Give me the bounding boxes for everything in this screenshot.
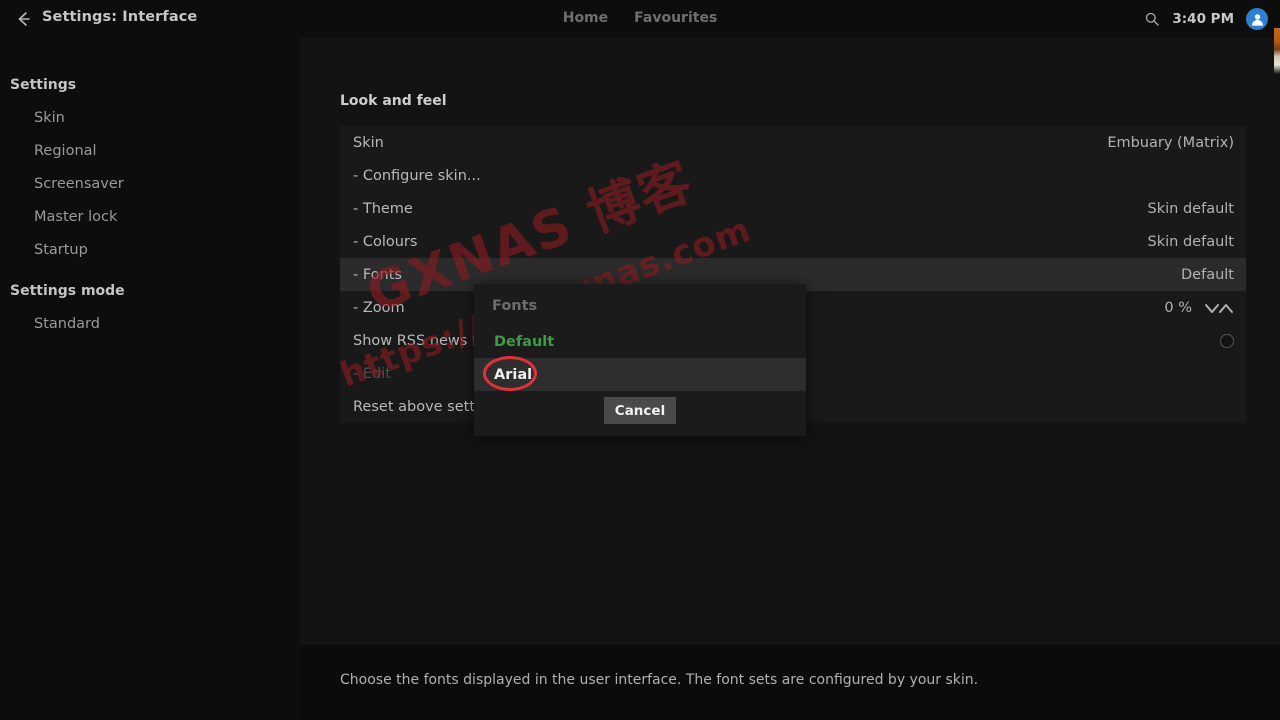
sidebar-item-label: Master lock bbox=[34, 208, 118, 225]
sidebar-item-label: Regional bbox=[34, 142, 97, 159]
sidebar: Settings Skin Regional Screensaver Maste… bbox=[0, 38, 300, 720]
section-title: Look and feel bbox=[340, 93, 447, 109]
sidebar-item-skin[interactable]: Skin bbox=[0, 101, 300, 134]
setting-value-group bbox=[1220, 333, 1234, 348]
setting-value: Skin default bbox=[1147, 200, 1234, 217]
dialog-option-arial[interactable]: Arial bbox=[474, 358, 806, 391]
zoom-stepper[interactable] bbox=[1204, 301, 1234, 315]
sidebar-item-label: Skin bbox=[34, 109, 65, 126]
sidebar-heading-label: Settings bbox=[10, 76, 77, 93]
dialog-option-list: Default Arial bbox=[474, 325, 806, 391]
sidebar-heading-settings-mode: Settings mode bbox=[0, 274, 300, 307]
fonts-dialog: Fonts Default Arial Cancel bbox=[474, 284, 806, 436]
user-avatar-icon[interactable] bbox=[1246, 8, 1268, 30]
setting-label: - Configure skin... bbox=[353, 167, 481, 184]
sidebar-item-screensaver[interactable]: Screensaver bbox=[0, 167, 300, 200]
sidebar-heading-label: Settings mode bbox=[10, 282, 125, 299]
search-icon[interactable] bbox=[1144, 11, 1160, 27]
topnav-item-favourites[interactable]: Favourites bbox=[634, 10, 717, 26]
sidebar-heading-settings: Settings bbox=[0, 68, 300, 101]
dialog-title: Fonts bbox=[492, 298, 538, 314]
sidebar-item-startup[interactable]: Startup bbox=[0, 233, 300, 266]
setting-row-theme[interactable]: - Theme Skin default bbox=[340, 192, 1246, 225]
setting-label: - Zoom bbox=[353, 299, 405, 316]
sidebar-item-label: Startup bbox=[34, 241, 88, 258]
setting-label: - Edit bbox=[353, 365, 391, 382]
kodi-settings-screen: Settings: Interface Home Favourites 3:40… bbox=[0, 0, 1280, 720]
top-bar: Settings: Interface Home Favourites 3:40… bbox=[0, 0, 1280, 38]
sidebar-item-regional[interactable]: Regional bbox=[0, 134, 300, 167]
setting-value-group: 0 % bbox=[1164, 300, 1234, 316]
topnav-item-home[interactable]: Home bbox=[563, 10, 608, 26]
dialog-option-default[interactable]: Default bbox=[474, 325, 806, 358]
sidebar-item-label: Standard bbox=[34, 315, 100, 332]
setting-label: - Fonts bbox=[353, 266, 402, 283]
setting-value: Skin default bbox=[1147, 233, 1234, 250]
cancel-button[interactable]: Cancel bbox=[604, 397, 676, 424]
top-nav: Home Favourites bbox=[0, 0, 1280, 38]
dialog-button-bar: Cancel bbox=[474, 397, 806, 424]
rss-toggle-radio[interactable] bbox=[1220, 333, 1234, 348]
setting-row-skin[interactable]: Skin Embuary (Matrix) bbox=[340, 126, 1246, 159]
setting-label: Skin bbox=[353, 134, 384, 151]
sidebar-item-label: Screensaver bbox=[34, 175, 124, 192]
sidebar-item-standard[interactable]: Standard bbox=[0, 307, 300, 340]
sidebar-item-master-lock[interactable]: Master lock bbox=[0, 200, 300, 233]
screen-edge-artifact bbox=[1274, 28, 1280, 74]
clock: 3:40 PM bbox=[1172, 11, 1234, 27]
system-tray: 3:40 PM bbox=[1144, 0, 1268, 38]
setting-value: Embuary (Matrix) bbox=[1107, 134, 1234, 151]
setting-label: - Theme bbox=[353, 200, 413, 217]
setting-row-configure-skin[interactable]: - Configure skin... bbox=[340, 159, 1246, 192]
setting-value: 0 % bbox=[1164, 299, 1192, 316]
setting-description: Choose the fonts displayed in the user i… bbox=[340, 672, 979, 688]
setting-label: - Colours bbox=[353, 233, 418, 250]
setting-row-colours[interactable]: - Colours Skin default bbox=[340, 225, 1246, 258]
setting-value: Default bbox=[1181, 266, 1234, 283]
